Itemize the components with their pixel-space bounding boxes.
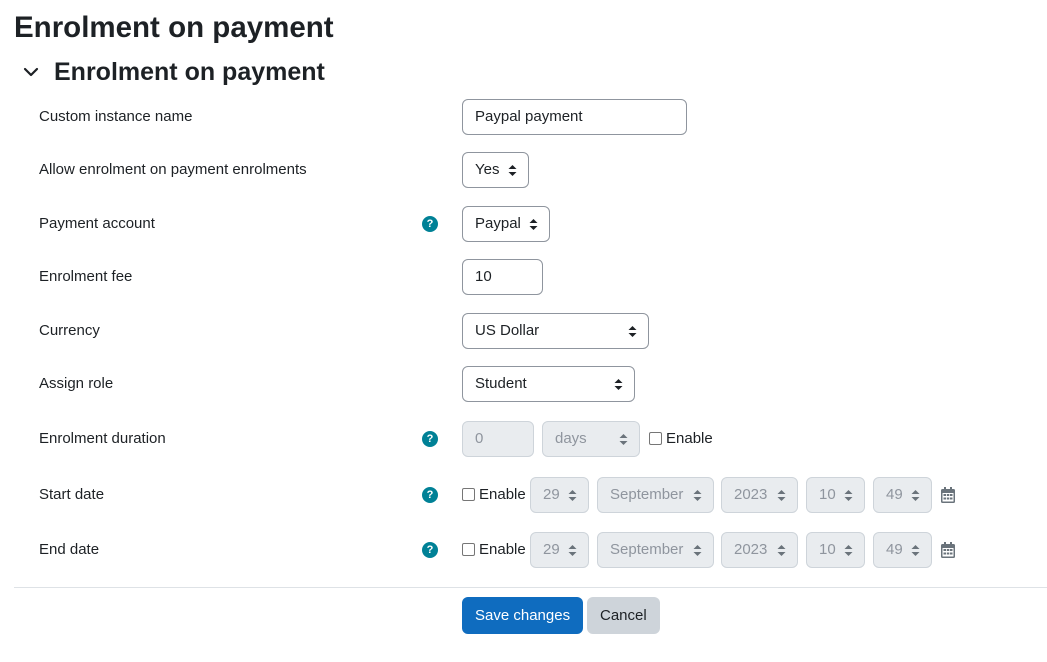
- duration-unit-value: days: [555, 430, 587, 447]
- select-arrows-icon: [619, 434, 628, 445]
- chevron-down-icon[interactable]: [20, 61, 42, 83]
- end-minute-select[interactable]: 49: [873, 532, 932, 568]
- help-icon[interactable]: ?: [422, 487, 438, 503]
- end-day-value: 29: [543, 541, 560, 558]
- select-arrows-icon: [529, 219, 538, 230]
- end-year-select[interactable]: 2023: [721, 532, 798, 568]
- end-minute-value: 49: [886, 541, 903, 558]
- select-arrows-icon: [777, 545, 786, 556]
- form-divider: [14, 587, 1047, 588]
- start-date-enable-checkbox[interactable]: [462, 488, 475, 501]
- instance-name-label: Custom instance name: [39, 108, 193, 125]
- start-date-row: Start date ? Enable 29 September 2023 10…: [0, 477, 1047, 513]
- allow-enrolment-row: Allow enrolment on payment enrolments Ye…: [0, 152, 1047, 188]
- start-year-value: 2023: [734, 486, 768, 503]
- end-year-value: 2023: [734, 541, 768, 558]
- currency-value: US Dollar: [475, 322, 540, 339]
- start-hour-select[interactable]: 10: [806, 477, 865, 513]
- help-icon[interactable]: ?: [422, 431, 438, 447]
- select-arrows-icon: [777, 490, 786, 501]
- start-month-select[interactable]: September: [597, 477, 714, 513]
- calendar-icon[interactable]: [941, 542, 955, 558]
- currency-row: Currency US Dollar: [0, 313, 1047, 349]
- end-hour-select[interactable]: 10: [806, 532, 865, 568]
- payment-account-select[interactable]: Paypal: [462, 206, 550, 242]
- select-arrows-icon: [568, 545, 577, 556]
- currency-label: Currency: [39, 322, 100, 339]
- assign-role-select[interactable]: Student: [462, 366, 635, 402]
- start-day-select[interactable]: 29: [530, 477, 589, 513]
- select-arrows-icon: [911, 545, 920, 556]
- assign-role-value: Student: [475, 375, 527, 392]
- allow-enrolment-label: Allow enrolment on payment enrolments: [39, 161, 307, 178]
- duration-enable-checkbox[interactable]: [649, 432, 662, 445]
- duration-number-input[interactable]: 0: [462, 421, 534, 457]
- start-month-value: September: [610, 486, 684, 503]
- assign-role-row: Assign role Student: [0, 366, 1047, 402]
- select-arrows-icon: [693, 545, 702, 556]
- enrolment-fee-input[interactable]: 10: [462, 259, 543, 295]
- section-title: Enrolment on payment: [54, 58, 325, 86]
- end-day-select[interactable]: 29: [530, 532, 589, 568]
- page-title: Enrolment on payment: [14, 11, 334, 44]
- end-hour-value: 10: [819, 541, 836, 558]
- payment-account-label: Payment account: [39, 215, 155, 232]
- end-month-select[interactable]: September: [597, 532, 714, 568]
- duration-enable-label[interactable]: Enable: [666, 421, 713, 457]
- end-date-enable-label[interactable]: Enable: [479, 532, 526, 568]
- allow-enrolment-value: Yes: [475, 161, 500, 178]
- start-date-label: Start date: [39, 486, 105, 503]
- select-arrows-icon: [628, 326, 637, 337]
- section-toggle[interactable]: Enrolment on payment: [20, 56, 325, 88]
- end-date-label: End date: [39, 541, 100, 558]
- select-arrows-icon: [911, 490, 920, 501]
- instance-name-input[interactable]: Paypal payment: [462, 99, 687, 135]
- allow-enrolment-select[interactable]: Yes: [462, 152, 529, 188]
- help-icon[interactable]: ?: [422, 542, 438, 558]
- enrolment-fee-row: Enrolment fee 10: [0, 259, 1047, 295]
- end-month-value: September: [610, 541, 684, 558]
- help-icon[interactable]: ?: [422, 216, 438, 232]
- start-year-select[interactable]: 2023: [721, 477, 798, 513]
- start-hour-value: 10: [819, 486, 836, 503]
- payment-account-row: Payment account ? Paypal: [0, 206, 1047, 242]
- end-date-enable-checkbox[interactable]: [462, 543, 475, 556]
- select-arrows-icon: [693, 490, 702, 501]
- enrolment-fee-label: Enrolment fee: [39, 268, 133, 285]
- start-minute-value: 49: [886, 486, 903, 503]
- start-day-value: 29: [543, 486, 560, 503]
- save-changes-button[interactable]: Save changes: [462, 597, 584, 634]
- select-arrows-icon: [844, 490, 853, 501]
- currency-select[interactable]: US Dollar: [462, 313, 649, 349]
- enrolment-duration-label: Enrolment duration: [39, 430, 166, 447]
- calendar-icon[interactable]: [941, 487, 955, 503]
- select-arrows-icon: [844, 545, 853, 556]
- start-minute-select[interactable]: 49: [873, 477, 932, 513]
- duration-unit-select[interactable]: days: [542, 421, 640, 457]
- payment-account-value: Paypal: [475, 215, 521, 232]
- enrolment-duration-row: Enrolment duration ? 0 days Enable: [0, 421, 1047, 457]
- assign-role-label: Assign role: [39, 375, 114, 392]
- select-arrows-icon: [508, 165, 517, 176]
- cancel-button[interactable]: Cancel: [587, 597, 660, 634]
- end-date-row: End date ? Enable 29 September 2023 10 4…: [0, 532, 1047, 568]
- select-arrows-icon: [568, 490, 577, 501]
- instance-name-row: Custom instance name Paypal payment: [0, 99, 1047, 135]
- start-date-enable-label[interactable]: Enable: [479, 477, 526, 513]
- select-arrows-icon: [614, 379, 623, 390]
